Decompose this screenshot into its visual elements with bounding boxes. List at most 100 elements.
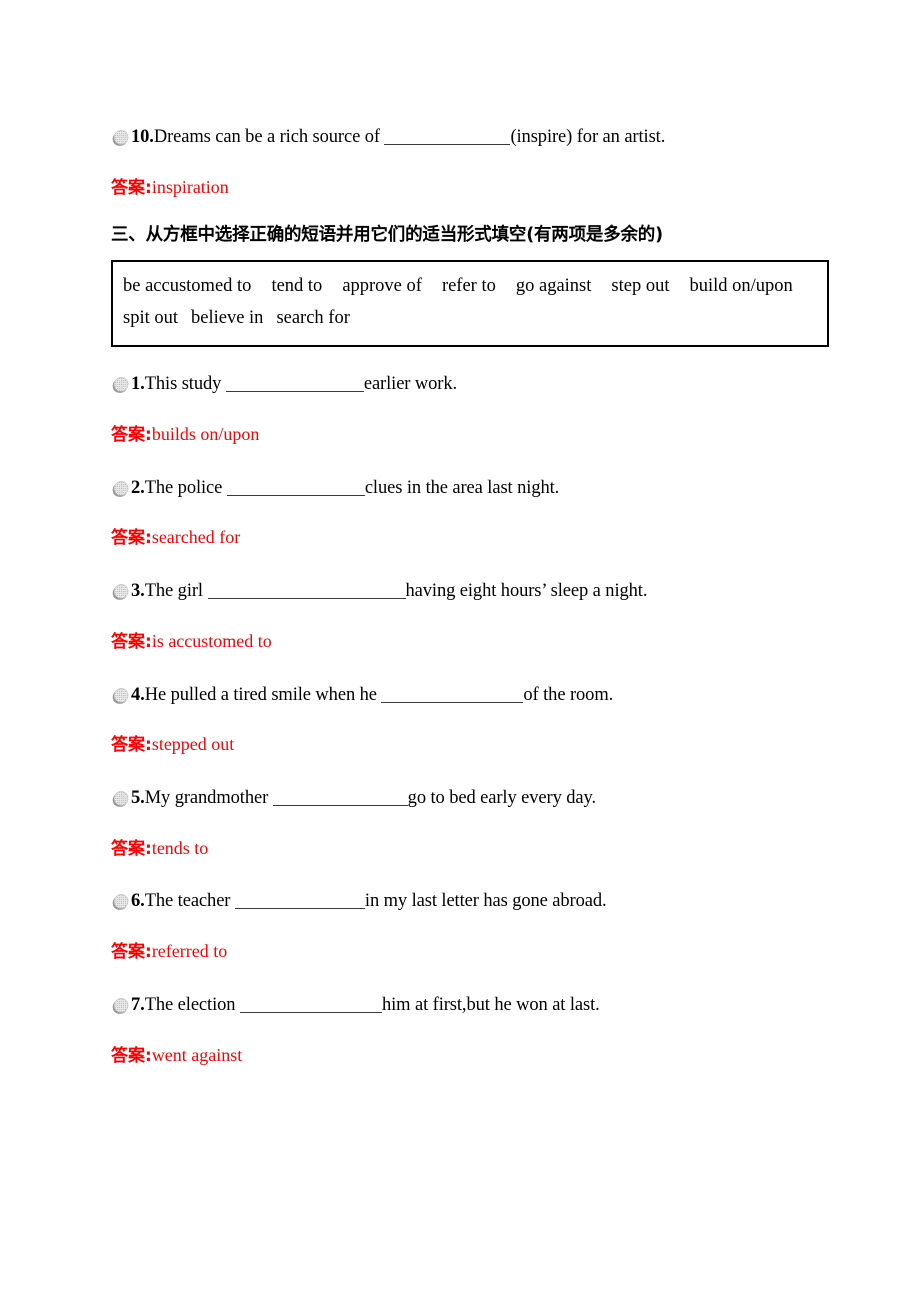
word-bank-item[interactable]: search for xyxy=(276,303,349,334)
question-list: 1.This study earlier work. 答案:builds on/u… xyxy=(111,373,821,1067)
answer-colon: : xyxy=(145,528,152,549)
answer-row: 答案:searched for xyxy=(111,526,821,550)
answer-label: 答案 xyxy=(111,424,145,445)
answer-text: referred to xyxy=(151,941,228,962)
word-bank-item[interactable]: be accustomed to xyxy=(123,271,251,302)
answer-colon: : xyxy=(145,177,152,198)
word-bank-box: be accustomed to tend to approve of refer t… xyxy=(111,260,829,348)
question-text: 3.The girl having eight hours’ sleep a n… xyxy=(131,580,647,604)
answer-label: 答案 xyxy=(111,528,145,549)
word-bank-item[interactable]: approve of xyxy=(342,271,422,302)
word-bank-item[interactable]: step out xyxy=(611,271,669,302)
answer-blank[interactable] xyxy=(384,130,511,145)
word-bank-item[interactable]: build on/upon xyxy=(689,271,792,302)
question-stem-after: having eight hours’ sleep a night. xyxy=(405,581,648,602)
answer-row: 答案:is accustomed to xyxy=(111,630,821,654)
answer-blank[interactable] xyxy=(225,377,364,393)
answer-blank[interactable] xyxy=(381,688,524,703)
answer-text: searched for xyxy=(151,527,241,548)
answer-text: went against xyxy=(151,1044,243,1065)
question-row: 6.The teacher in my last letter has gone… xyxy=(111,890,821,914)
question-text: 7.The election him at first,but he won a… xyxy=(131,994,600,1018)
answer-blank[interactable] xyxy=(226,481,365,496)
answer-text: stepped out xyxy=(151,734,235,755)
word-bank-item[interactable]: go against xyxy=(516,271,592,302)
question-number: 6. xyxy=(131,891,145,912)
sphere-bullet-icon xyxy=(111,583,130,602)
answer-blank[interactable] xyxy=(272,791,408,806)
answer-text: builds on/upon xyxy=(151,423,260,444)
question-stem-after: of the room. xyxy=(523,684,614,705)
question-row: 10.Dreams can be a rich source of (inspi… xyxy=(111,126,821,150)
sphere-bullet-icon xyxy=(111,893,130,912)
question-text: 6.The teacher in my last letter has gone… xyxy=(131,890,607,914)
sphere-bullet-icon xyxy=(111,997,130,1016)
answer-colon: : xyxy=(145,631,152,652)
document-page: 10.Dreams can be a rich source of (inspi… xyxy=(0,0,920,1302)
answer-row: 答案:went against xyxy=(111,1044,821,1068)
answer-label: 答案 xyxy=(111,942,145,963)
word-bank-item[interactable]: tend to xyxy=(271,271,322,302)
sphere-bullet-icon xyxy=(111,790,130,809)
sphere-bullet-icon xyxy=(111,687,130,706)
answer-row: 答案:stepped out xyxy=(111,733,821,757)
question-stem-after: (inspire) for an artist. xyxy=(510,127,666,147)
question-row: 5.My grandmother go to bed early every d… xyxy=(111,787,821,811)
answer-blank[interactable] xyxy=(207,584,406,600)
word-bank-line-1: be accustomed to tend to approve of refer t… xyxy=(123,271,817,302)
question-stem-before: The teacher xyxy=(144,891,235,912)
answer-label: 答案 xyxy=(111,838,145,859)
answer-colon: : xyxy=(145,1045,152,1066)
document-content: 10.Dreams can be a rich source of (inspi… xyxy=(111,126,829,1067)
word-bank-item[interactable]: refer to xyxy=(442,271,496,302)
answer-colon: : xyxy=(145,424,152,445)
answer-colon: : xyxy=(145,735,152,756)
question-stem-after: go to bed early every day. xyxy=(407,787,596,808)
answer-blank[interactable] xyxy=(234,894,365,910)
section-heading: 三、从方框中选择正确的短语并用它们的适当形式填空(有两项是多余的) xyxy=(111,225,663,246)
answer-text: inspiration xyxy=(151,176,229,197)
question-text: 5.My grandmother go to bed early every d… xyxy=(131,787,596,811)
question-number: 3. xyxy=(131,581,145,602)
sphere-bullet-icon xyxy=(111,376,130,395)
question-row: 7.The election him at first,but he won a… xyxy=(111,994,821,1018)
question-stem-after: clues in the area last night. xyxy=(364,477,560,498)
answer-label: 答案 xyxy=(111,1045,145,1066)
answer-blank[interactable] xyxy=(239,998,382,1013)
question-stem-before: This study xyxy=(144,374,226,395)
sphere-bullet-icon xyxy=(111,129,130,148)
question-stem-before: The election xyxy=(144,994,240,1015)
question-stem-after: in my last letter has gone abroad. xyxy=(364,891,607,912)
question-number: 5. xyxy=(131,787,145,808)
question-stem-after: earlier work. xyxy=(363,374,458,395)
question-number: 10. xyxy=(131,127,154,147)
answer-colon: : xyxy=(145,942,152,963)
sphere-bullet-icon xyxy=(111,480,130,499)
answer-text: is accustomed to xyxy=(151,630,272,651)
question-stem-before: My grandmother xyxy=(144,787,273,808)
answer-text: tends to xyxy=(151,837,209,858)
question-stem-after: him at first,but he won at last. xyxy=(381,994,600,1015)
question-text: 2.The police clues in the area last nigh… xyxy=(131,477,559,501)
question-number: 1. xyxy=(131,374,145,395)
answer-colon: : xyxy=(145,838,152,859)
question-stem-before: The police xyxy=(144,477,227,498)
answer-row: 答案:inspiration xyxy=(111,176,821,200)
question-text: 4.He pulled a tired smile when he of the… xyxy=(131,684,613,708)
answer-row: 答案:referred to xyxy=(111,940,821,964)
question-text: 1.This study earlier work. xyxy=(131,373,457,397)
answer-row: 答案:builds on/upon xyxy=(111,423,821,447)
question-row: 4.He pulled a tired smile when he of the… xyxy=(111,684,821,708)
question-stem-before: The girl xyxy=(144,581,208,602)
question-row: 3.The girl having eight hours’ sleep a n… xyxy=(111,580,821,604)
answer-label: 答案 xyxy=(111,631,145,652)
answer-label: 答案 xyxy=(111,177,145,198)
word-bank-item[interactable]: believe in xyxy=(191,303,263,334)
question-row: 1.This study earlier work. xyxy=(111,373,821,397)
question-stem-before: He pulled a tired smile when he xyxy=(144,684,382,705)
word-bank-item[interactable]: spit out xyxy=(123,303,178,334)
question-text: 10.Dreams can be a rich source of (inspi… xyxy=(131,126,665,150)
question-number: 7. xyxy=(131,994,145,1015)
question-stem-before: Dreams can be a rich source of xyxy=(153,127,385,147)
question-number: 4. xyxy=(131,684,145,705)
